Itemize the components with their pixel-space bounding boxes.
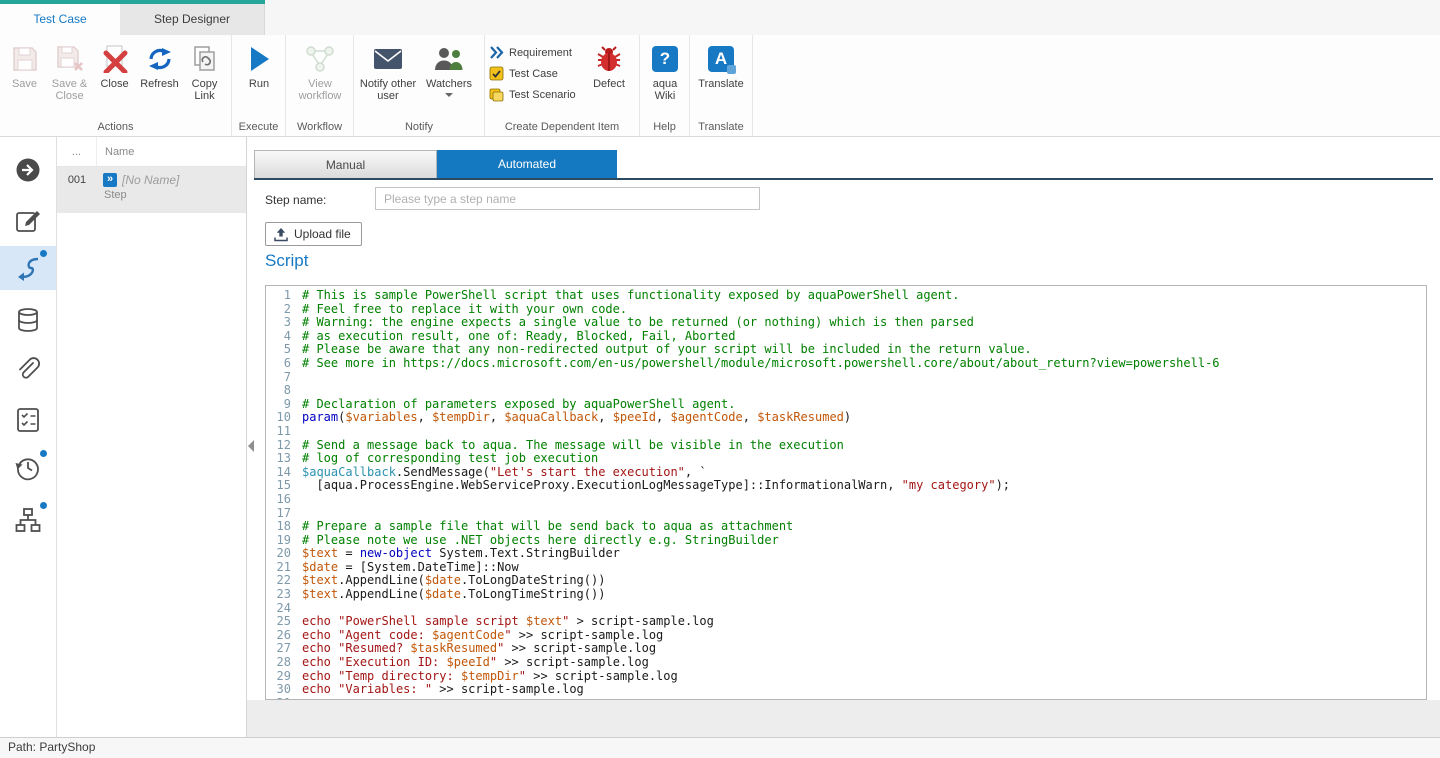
test-case-icon <box>489 66 504 81</box>
edit-icon <box>15 207 41 233</box>
sidebar-item-edit[interactable] <box>0 198 56 242</box>
sidebar-item-dependencies[interactable] <box>0 498 56 542</box>
sidebar-item-checklist[interactable] <box>0 398 56 442</box>
watchers-icon <box>422 42 476 76</box>
copy-link-button[interactable]: Copy Link <box>182 38 227 102</box>
create-defect-button[interactable]: Defect <box>585 35 633 105</box>
step-name-label: Step name: <box>265 193 326 207</box>
notification-dot <box>40 450 47 457</box>
panel-collapse-handle[interactable] <box>248 440 254 452</box>
upload-icon <box>274 227 288 242</box>
sidebar-item-data[interactable] <box>0 298 56 342</box>
history-icon <box>15 455 41 481</box>
navigate-icon <box>15 157 41 183</box>
close-button[interactable]: Close <box>92 38 137 90</box>
step-number: 001 <box>57 167 97 213</box>
tab-step-designer[interactable]: Step Designer <box>120 4 265 35</box>
run-button[interactable]: Run <box>234 38 284 90</box>
requirement-icon <box>489 45 504 60</box>
tab-test-case[interactable]: Test Case <box>0 4 120 35</box>
steps-list-header: ... Name <box>57 137 246 167</box>
database-icon <box>15 307 41 333</box>
save-icon <box>4 42 45 76</box>
create-test-scenario-button[interactable]: Test Scenario <box>489 84 585 105</box>
column-header-dots: ... <box>57 137 97 166</box>
script-editor: 1234567891011121314151617181920212223242… <box>265 285 1427 700</box>
sidebar-item-steps[interactable] <box>0 246 56 290</box>
translate-icon: A <box>694 42 748 76</box>
aqua-wiki-icon: ? <box>644 42 686 76</box>
notification-dot <box>40 250 47 257</box>
sidebar-item-attachments[interactable] <box>0 348 56 392</box>
refresh-icon <box>139 42 180 76</box>
tab-manual[interactable]: Manual <box>254 150 437 178</box>
envelope-icon <box>358 42 418 76</box>
upload-file-button[interactable]: Upload file <box>265 222 362 246</box>
step-type-text: Step <box>103 189 242 201</box>
create-test-case-button[interactable]: Test Case <box>489 63 585 84</box>
step-row[interactable]: 001 » [No Name] Step <box>57 167 246 213</box>
notify-other-user-button[interactable]: Notify other user <box>356 38 420 102</box>
workflow-icon <box>290 42 350 76</box>
window-tab-bar: Test Case Step Designer <box>0 0 1440 35</box>
tab-automated[interactable]: Automated <box>437 150 617 178</box>
sitemap-icon <box>15 507 41 533</box>
step-name-text: [No Name] <box>122 173 179 187</box>
path-label: Path: PartyShop <box>8 740 95 754</box>
checklist-icon <box>15 407 41 433</box>
ribbon-group-translate: A Translate Translate <box>690 35 753 136</box>
left-rail <box>0 137 57 737</box>
code-content[interactable]: # This is sample PowerShell script that … <box>296 286 1426 699</box>
step-name-input[interactable] <box>375 187 760 210</box>
test-scenario-icon <box>489 87 504 102</box>
status-bar: Path: PartyShop <box>0 737 1440 758</box>
ribbon-group-actions: Save Save & Close Close Refresh <box>0 35 232 136</box>
step-editor-panel: Manual Automated Step name: Upload file … <box>247 137 1440 737</box>
ribbon: Save Save & Close Close Refresh <box>0 35 1440 137</box>
save-and-close-icon <box>49 42 90 76</box>
column-header-name[interactable]: Name <box>97 146 246 158</box>
bottom-filler <box>247 700 1440 737</box>
copy-link-icon <box>184 42 225 76</box>
sidebar-item-history[interactable] <box>0 446 56 490</box>
notification-dot <box>40 502 47 509</box>
automated-step-icon: » <box>103 173 117 187</box>
line-numbers: 1234567891011121314151617181920212223242… <box>266 286 296 699</box>
refresh-button[interactable]: Refresh <box>137 38 182 90</box>
ribbon-group-execute: Run Execute <box>232 35 286 136</box>
save-and-close-button[interactable]: Save & Close <box>47 38 92 102</box>
run-icon <box>236 42 282 76</box>
sidebar-item-navigate[interactable] <box>0 148 56 192</box>
create-requirement-button[interactable]: Requirement <box>489 42 585 63</box>
ribbon-group-workflow: View workflow Workflow <box>286 35 354 136</box>
chevron-down-icon <box>445 93 453 97</box>
ribbon-group-notify: Notify other user Watchers Notify <box>354 35 485 136</box>
script-heading: Script <box>265 251 308 271</box>
view-workflow-button[interactable]: View workflow <box>288 38 352 102</box>
translate-button[interactable]: A Translate <box>692 38 750 90</box>
paperclip-icon <box>15 357 41 383</box>
aqua-wiki-button[interactable]: ? aqua Wiki <box>642 38 688 102</box>
steps-list-panel: ... Name 001 » [No Name] Step <box>57 137 247 737</box>
save-button[interactable]: Save <box>2 38 47 90</box>
mode-tabs: Manual Automated <box>254 150 1433 180</box>
watchers-button[interactable]: Watchers <box>420 38 478 97</box>
ribbon-group-help: ? aqua Wiki Help <box>640 35 690 136</box>
close-icon <box>94 42 135 76</box>
ribbon-group-create-dependent-item: Requirement Test Case Test Scenario Defe… <box>485 35 640 136</box>
steps-icon <box>15 255 41 281</box>
defect-icon <box>587 42 631 76</box>
